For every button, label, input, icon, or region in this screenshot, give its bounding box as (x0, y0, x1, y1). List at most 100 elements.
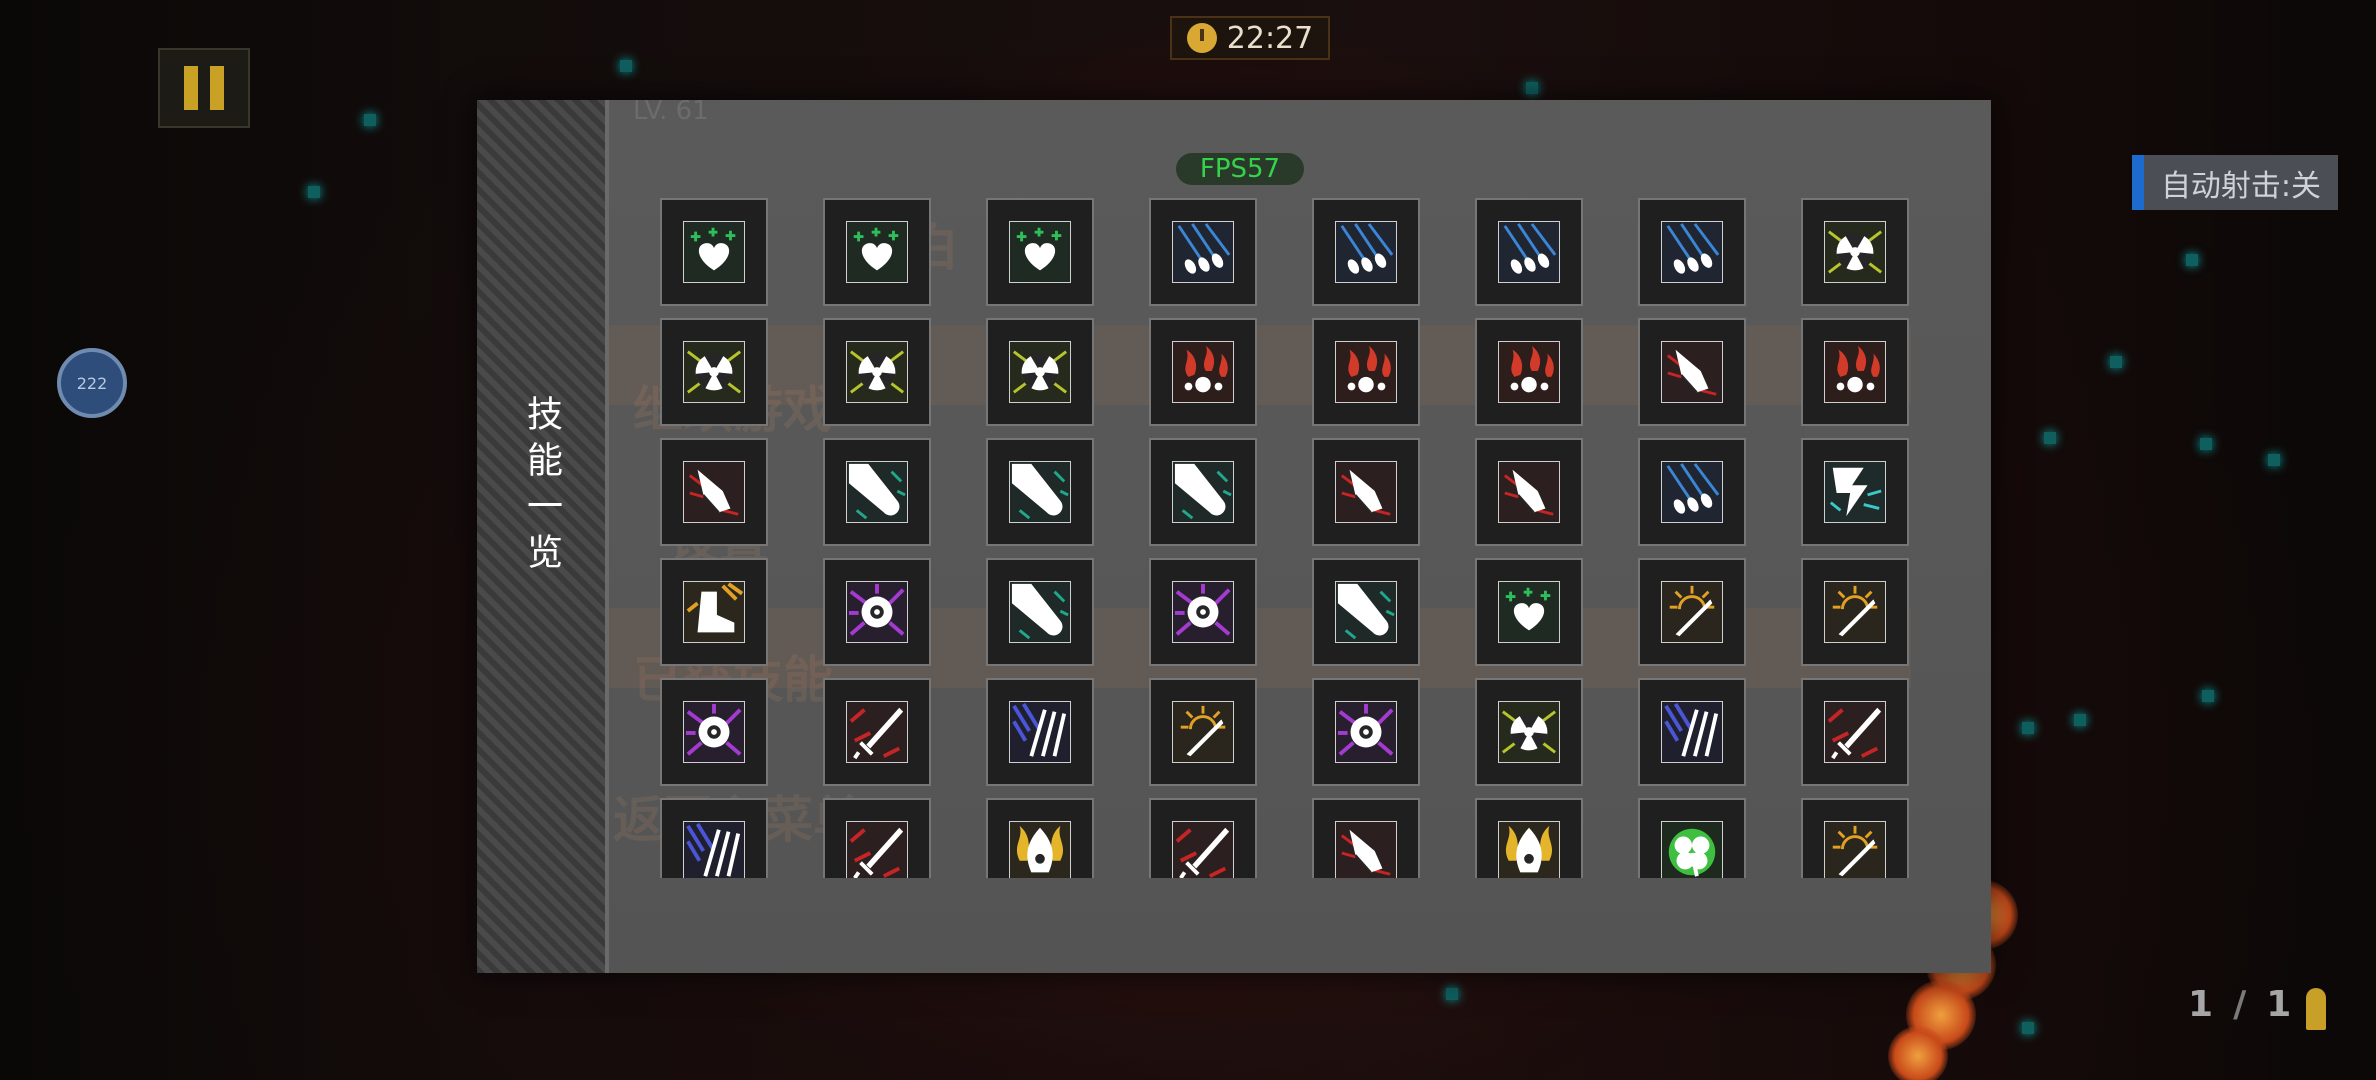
ammo-separator: / (2233, 984, 2247, 1025)
skill-slot[interactable] (1638, 198, 1746, 306)
skill-slot[interactable] (660, 798, 768, 878)
skill-slot[interactable] (1638, 558, 1746, 666)
experience-gem (308, 186, 320, 198)
void-eye-icon (683, 701, 745, 763)
red-gauntlet-icon (1661, 341, 1723, 403)
skill-slot[interactable] (823, 198, 931, 306)
clock-icon (1186, 23, 1217, 53)
skill-slot[interactable] (1149, 198, 1257, 306)
experience-gem (364, 114, 376, 126)
red-gauntlet-icon (1498, 461, 1560, 523)
skill-slot[interactable] (823, 558, 931, 666)
experience-gem (2268, 454, 2280, 466)
blue-feathers-icon (1335, 221, 1397, 283)
radiation-burst-icon (1009, 341, 1071, 403)
red-sword-icon (1172, 821, 1234, 878)
void-eye-icon (1172, 581, 1234, 643)
light-beam-icon (1009, 461, 1071, 523)
skill-slot[interactable] (660, 678, 768, 786)
skill-slot[interactable] (986, 198, 1094, 306)
skill-slot[interactable] (1801, 678, 1909, 786)
skill-slot[interactable] (986, 558, 1094, 666)
survival-timer: 22:27 (1170, 16, 1330, 60)
heal-hearts-icon (683, 221, 745, 283)
blue-feathers-icon (1498, 221, 1560, 283)
skill-slot[interactable] (1801, 198, 1909, 306)
skill-slot[interactable] (986, 678, 1094, 786)
skill-slot[interactable] (986, 318, 1094, 426)
skill-slot[interactable] (1638, 798, 1746, 878)
blue-feathers-icon (1172, 221, 1234, 283)
skill-slot[interactable] (1638, 318, 1746, 426)
skill-slot[interactable] (823, 318, 931, 426)
skill-slot[interactable] (1312, 318, 1420, 426)
skill-slot[interactable] (1475, 318, 1583, 426)
skill-slot[interactable] (1312, 438, 1420, 546)
fire-orbs-icon (1172, 341, 1234, 403)
panel-side-tab: 技能一览 (477, 100, 609, 973)
heal-hearts-icon (1498, 581, 1560, 643)
skill-slot[interactable] (660, 318, 768, 426)
skill-slot[interactable] (1312, 198, 1420, 306)
experience-gem (2074, 714, 2086, 726)
auto-fire-label: 自动射击:关 (2160, 168, 2322, 204)
fire-orbs-icon (1824, 341, 1886, 403)
experience-gem (2186, 254, 2198, 266)
skill-slot[interactable] (823, 438, 931, 546)
skill-slot[interactable] (1638, 438, 1746, 546)
skill-slot[interactable] (986, 438, 1094, 546)
red-sword-icon (846, 821, 908, 878)
skill-slot[interactable] (1801, 438, 1909, 546)
skill-slot[interactable] (660, 558, 768, 666)
void-eye-icon (1335, 701, 1397, 763)
red-gauntlet-icon (1335, 461, 1397, 523)
skill-slot[interactable] (1475, 198, 1583, 306)
skill-slot[interactable] (1149, 558, 1257, 666)
skill-grid-viewport[interactable] (660, 198, 1920, 878)
skill-slot[interactable] (1475, 438, 1583, 546)
fire-orbs-icon (1498, 341, 1560, 403)
red-sword-icon (1824, 701, 1886, 763)
skill-slot[interactable] (823, 678, 931, 786)
skill-slot[interactable] (660, 438, 768, 546)
blue-feathers-icon (1661, 221, 1723, 283)
skill-slot[interactable] (660, 198, 768, 306)
skill-slot[interactable] (1801, 558, 1909, 666)
skill-slot[interactable] (823, 798, 931, 878)
light-beam-icon (846, 461, 908, 523)
ammo-max: 1 (2266, 984, 2292, 1025)
pause-button[interactable] (158, 48, 250, 128)
skill-slot[interactable] (1149, 438, 1257, 546)
skill-slot[interactable] (1149, 798, 1257, 878)
skill-slot[interactable] (1149, 318, 1257, 426)
skill-slot[interactable] (1801, 798, 1909, 878)
skill-slot[interactable] (986, 798, 1094, 878)
radiation-burst-icon (1824, 221, 1886, 283)
red-gauntlet-icon (1335, 821, 1397, 878)
level-badge-text: 222 (76, 373, 108, 393)
skill-slot[interactable] (1149, 678, 1257, 786)
skill-slot[interactable] (1801, 318, 1909, 426)
skill-slot[interactable] (1475, 678, 1583, 786)
bullet-icon (2306, 988, 2326, 1030)
crystal-shards-icon (1009, 221, 1071, 283)
skill-slot[interactable] (1312, 678, 1420, 786)
auto-fire-toggle[interactable]: 自动射击:关 (2132, 155, 2338, 210)
golden-boot-icon (683, 581, 745, 643)
skill-slot[interactable] (1312, 558, 1420, 666)
holy-flame-icon (1009, 821, 1071, 878)
light-beam-icon (1009, 581, 1071, 643)
blue-swords-icon (1661, 701, 1723, 763)
background-level-text: LV. 61 (633, 100, 709, 126)
skill-slot[interactable] (1638, 678, 1746, 786)
skill-slot[interactable] (1475, 558, 1583, 666)
sun-blade-icon (1661, 581, 1723, 643)
light-beam-icon (1335, 581, 1397, 643)
skill-slot[interactable] (1312, 798, 1420, 878)
timer-text: 22:27 (1226, 20, 1314, 56)
skill-grid (660, 198, 1909, 878)
skill-slot[interactable] (1475, 798, 1583, 878)
fire-worm-segment (1888, 1026, 1948, 1080)
sun-blade-icon (1172, 701, 1234, 763)
pause-icon (184, 66, 198, 110)
